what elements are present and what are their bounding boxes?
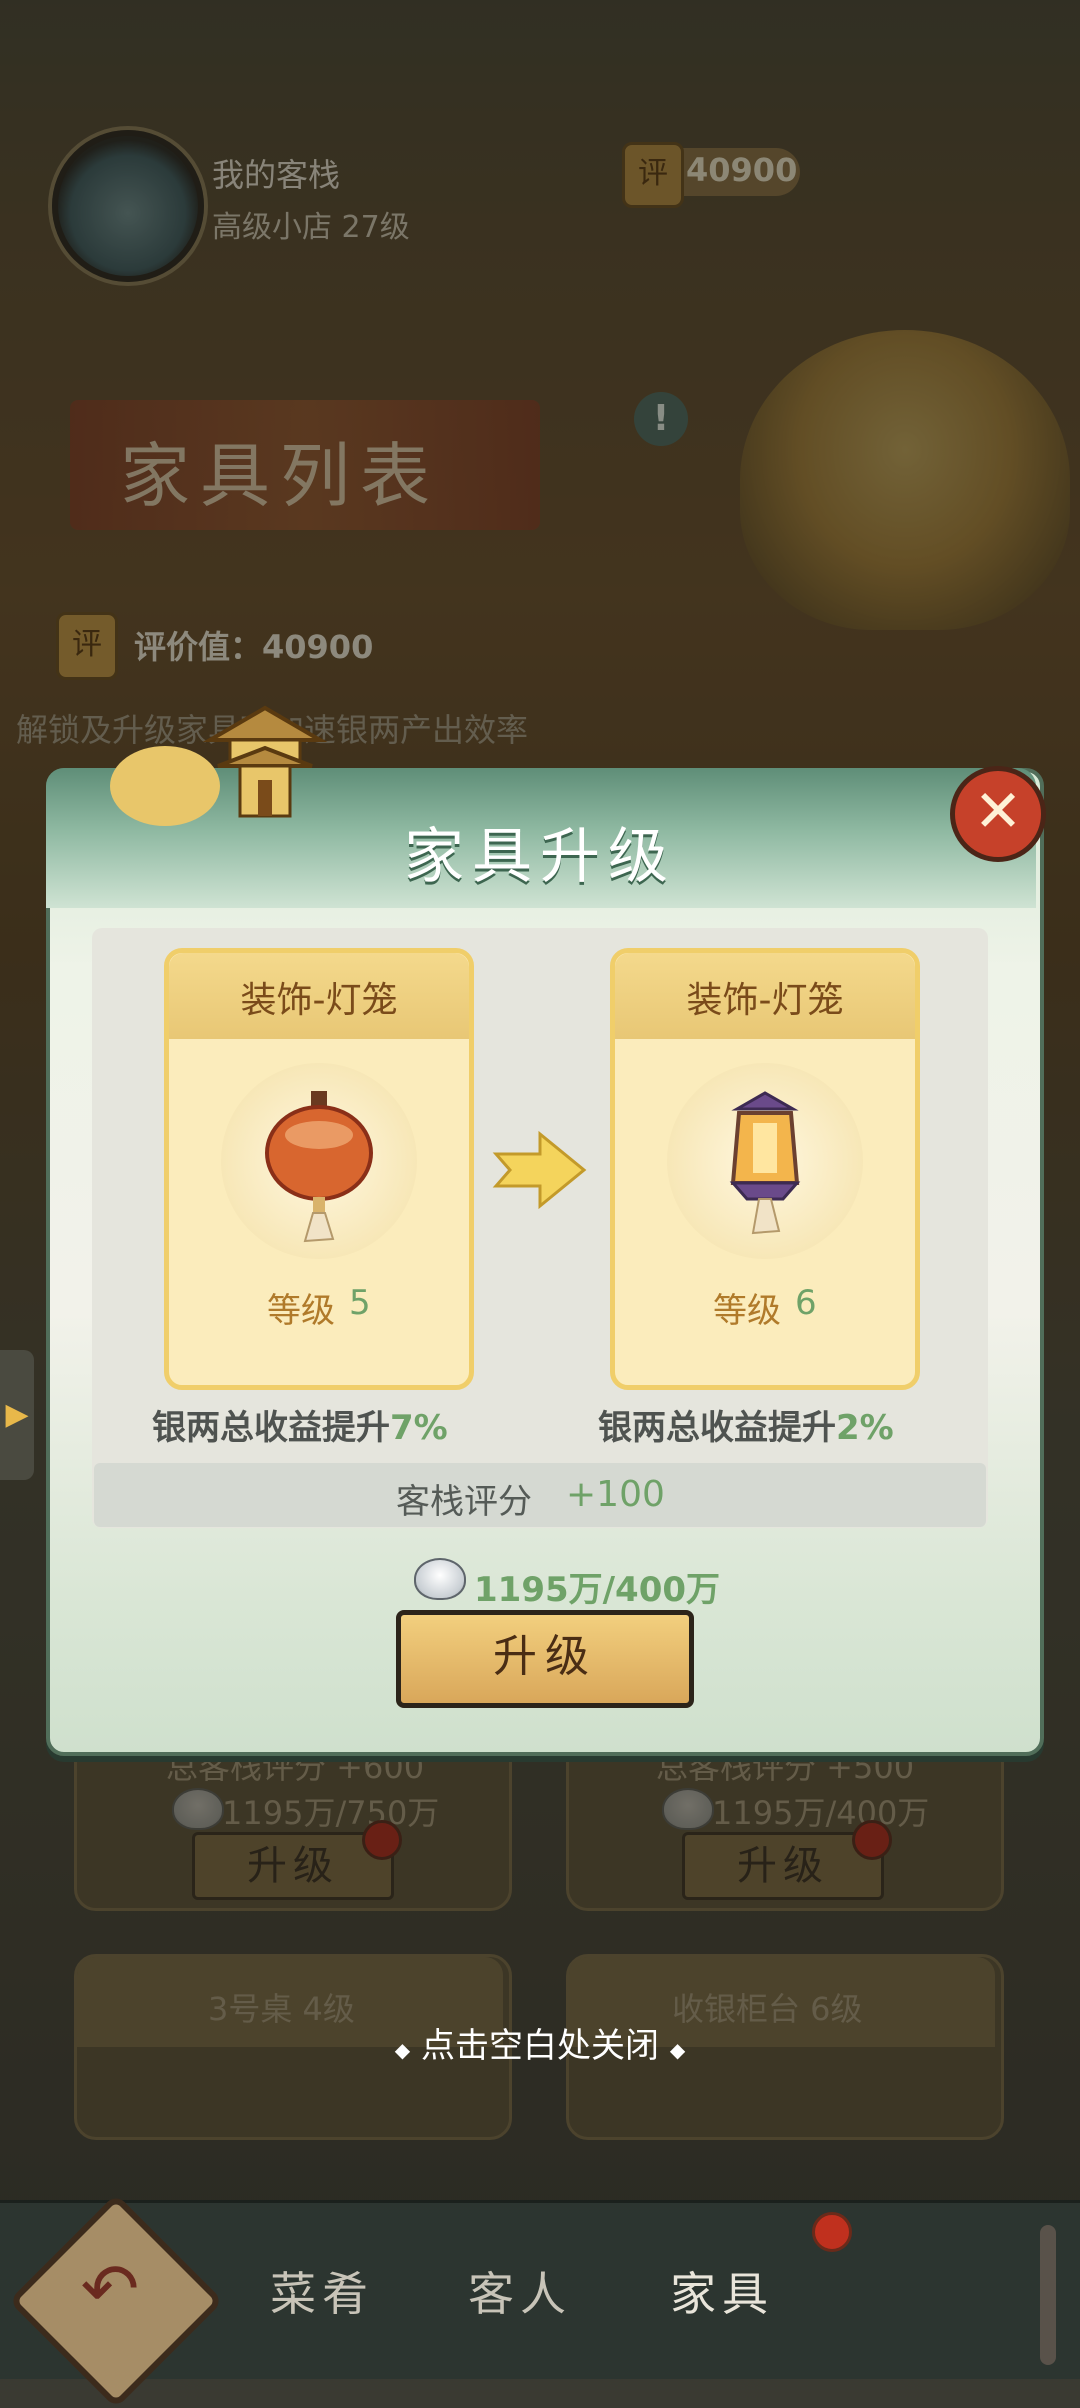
current-item-card: 装饰-灯笼 等级 5 <box>164 948 474 1390</box>
rating-label: 客栈评分 <box>396 1482 532 1522</box>
level-value: 5 <box>349 1283 371 1323</box>
nav-tab-furniture[interactable]: 家具 <box>670 2258 774 2324</box>
boost-value: 7% <box>390 1408 448 1448</box>
notification-dot <box>812 2212 852 2252</box>
diamond-icon: ◆ <box>394 2038 411 2062</box>
boost-value: 2% <box>836 1408 894 1448</box>
item-name: 装饰-灯笼 <box>240 980 398 1021</box>
nav-tab-guests[interactable]: 客人 <box>468 2258 572 2324</box>
next-boost: 银两总收益提升2% <box>598 1400 894 1449</box>
boost-label: 银两总收益提升 <box>152 1408 390 1448</box>
upgrade-arrow-icon <box>492 1130 587 1210</box>
item-image-frame <box>667 1063 863 1259</box>
next-item-card: 装饰-灯笼 等级 6 <box>610 948 920 1390</box>
close-button[interactable]: ✕ <box>950 766 1046 862</box>
close-hint: ◆ 点击空白处关闭 ◆ <box>0 2018 1080 2067</box>
round-lantern-icon <box>265 1091 373 1243</box>
upgrade-cost: 1195万/400万 <box>474 1570 721 1610</box>
diamond-icon: ◆ <box>669 2038 686 2062</box>
boost-label: 银两总收益提升 <box>598 1408 836 1448</box>
close-hint-text: 点击空白处关闭 <box>421 2026 659 2066</box>
nav-tab-dishes[interactable]: 菜肴 <box>270 2258 374 2324</box>
level-label: 等级 <box>713 1291 781 1331</box>
side-expand-tab[interactable]: ▶ <box>0 1350 34 1480</box>
back-arrow-icon: ↶ <box>80 2248 140 2330</box>
hexagon-lantern-icon <box>729 1091 801 1235</box>
rating-value: +100 <box>566 1474 665 1515</box>
scrollbar[interactable] <box>1040 2225 1056 2365</box>
upgrade-button[interactable]: 升级 <box>396 1610 694 1708</box>
current-boost: 银两总收益提升7% <box>152 1400 448 1449</box>
level-value: 6 <box>795 1283 817 1323</box>
item-name: 装饰-灯笼 <box>686 980 844 1021</box>
silver-ingot-icon <box>414 1558 466 1600</box>
level-label: 等级 <box>267 1291 335 1331</box>
rating-bar <box>94 1463 986 1527</box>
modal-title: 家具升级 <box>404 822 676 892</box>
item-image-frame <box>221 1063 417 1259</box>
pavilion-icon <box>202 705 328 818</box>
